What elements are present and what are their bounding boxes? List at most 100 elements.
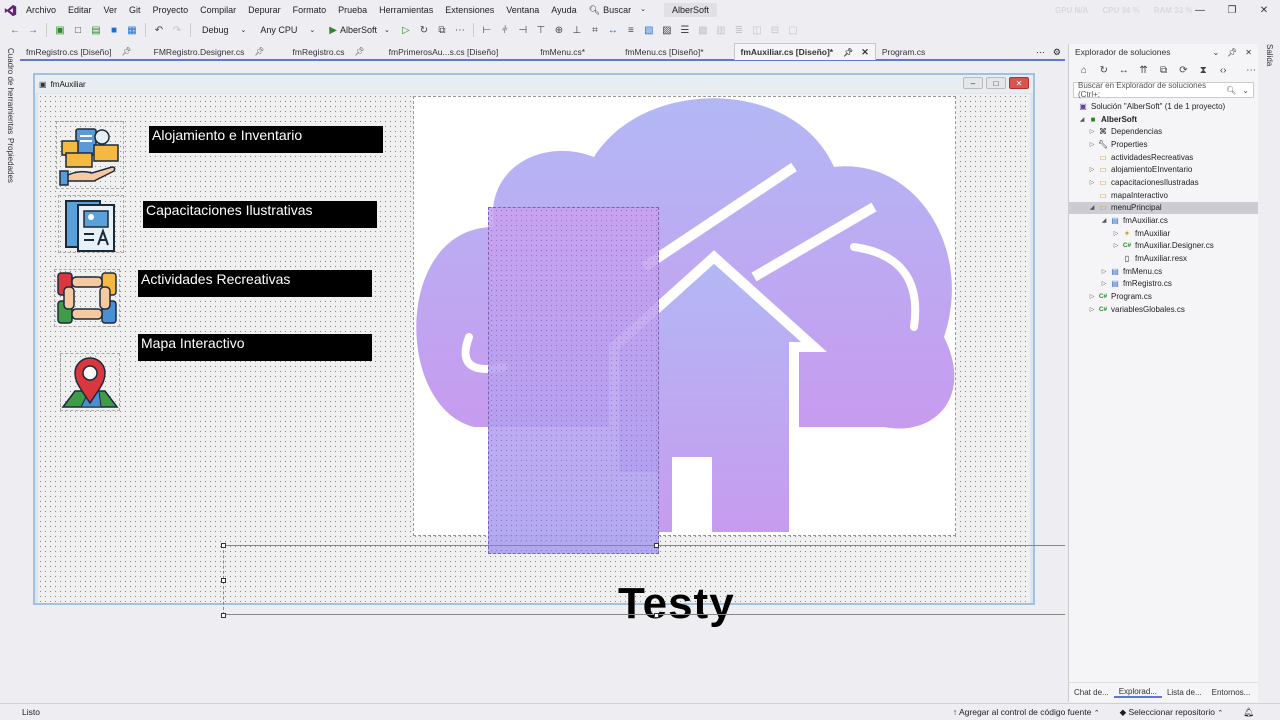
tree-item-menuprincipal[interactable]: ◢ ▭ menuPrincipal [1069, 201, 1258, 215]
tab-fmregistro-design[interactable]: fmRegistro.cs [Diseño] 📌︎ [20, 43, 138, 60]
tree-item-alojamiento[interactable]: ▷ ▭ alojamientoEInventario [1069, 163, 1258, 176]
configuration-select[interactable]: Debug ⌄ [197, 23, 251, 38]
collapsed-icon[interactable]: ▷ [1087, 293, 1097, 300]
menu-herramientas[interactable]: Herramientas [373, 0, 439, 20]
resize-handle[interactable] [654, 613, 659, 618]
menu-git[interactable]: Git [123, 0, 147, 20]
form-minimize-button[interactable]: – [963, 77, 983, 89]
tab-lista[interactable]: Lista de... [1162, 688, 1207, 697]
horizontal-spacing-icon[interactable]: ▥ [714, 23, 728, 37]
bring-to-front-icon[interactable]: ▢ [786, 23, 800, 37]
align-left-icon[interactable]: ⊢ [480, 23, 494, 37]
tree-item-fmauxiliar-class[interactable]: ▷ ✦ fmAuxiliar [1069, 227, 1258, 240]
filter-icon[interactable]: ⧗ [1196, 63, 1210, 77]
platform-select[interactable]: Any CPU ⌄ [255, 23, 320, 38]
collapse-icon[interactable]: ↔ [1117, 63, 1131, 77]
resize-handle[interactable] [221, 613, 226, 618]
tree-item-fmregistro[interactable]: ▷ ▤ fmRegistro.cs [1069, 278, 1258, 291]
minimize-button[interactable]: — [1184, 0, 1216, 20]
redo-icon[interactable]: ↷ [170, 23, 184, 37]
close-button[interactable]: ✕ [1248, 0, 1280, 20]
tree-item-mapa[interactable]: ▭ mapaInteractivo [1069, 189, 1258, 202]
menu-proyecto[interactable]: Proyecto [147, 0, 195, 20]
restore-button[interactable]: ❐ [1216, 0, 1248, 20]
spacing-icon[interactable]: ≡ [624, 23, 638, 37]
collapsed-icon[interactable]: ▷ [1111, 230, 1121, 237]
browser-link-icon[interactable]: ⧉ [435, 23, 449, 37]
tree-item-properties[interactable]: ▷ 🔧︎ Properties [1069, 138, 1258, 151]
tree-item-program[interactable]: ▷ C# Program.cs [1069, 290, 1258, 303]
overflow-icon[interactable]: ⋯ [453, 23, 467, 37]
tree-item-project[interactable]: ◢ ■ AlberSoft [1069, 113, 1258, 126]
forward-icon[interactable]: → [26, 23, 40, 37]
label-mapa[interactable]: Mapa Interactivo [138, 334, 372, 361]
search-menu[interactable]: 🔍︎ Buscar ⌄ [583, 0, 652, 20]
label-actividades[interactable]: Actividades Recreativas [138, 270, 372, 297]
tab-order-icon[interactable]: ☰ [678, 23, 692, 37]
menu-compilar[interactable]: Compilar [194, 0, 242, 20]
form-window[interactable]: ▣ fmAuxiliar – □ ✕ Alojamiento e Inventa… [33, 73, 1035, 628]
tree-item-actividades[interactable]: ▭ actividadesRecreativas [1069, 151, 1258, 164]
activities-image[interactable] [54, 269, 120, 327]
home-icon[interactable]: ⌂ [1077, 63, 1091, 77]
resize-handle[interactable] [654, 543, 659, 548]
collapsed-icon[interactable]: ▷ [1087, 141, 1097, 148]
toolbox-tab[interactable]: Cuadro de herramientas [6, 48, 15, 134]
training-image[interactable] [58, 195, 124, 253]
grid-icon[interactable]: ⌗ [588, 23, 602, 37]
pin-icon[interactable]: 📌︎ [254, 47, 264, 56]
lock-controls-icon[interactable]: ▩ [696, 23, 710, 37]
same-size-icon[interactable]: ↔ [606, 23, 620, 37]
resize-handle[interactable] [221, 578, 226, 583]
tree-item-fmauxiliar-designer[interactable]: ▷ C# fmAuxiliar.Designer.cs [1069, 240, 1258, 253]
menu-formato[interactable]: Formato [287, 0, 333, 20]
align-right-icon[interactable]: ⊣ [516, 23, 530, 37]
save-all-icon[interactable]: ▦ [125, 23, 139, 37]
notifications-icon[interactable]: 🔔︎ [1243, 707, 1254, 718]
form-client-area[interactable]: Alojamiento e Inventario Capacitaciones … [38, 94, 1030, 628]
tab-fmregistro-code[interactable]: fmRegistro.cs 📌︎ [287, 43, 371, 60]
properties-tab[interactable]: Propiedades [6, 138, 15, 183]
hot-reload-icon[interactable]: ↻ [417, 23, 431, 37]
tree-item-variablesglobales[interactable]: ▷ C# variablesGlobales.cs [1069, 303, 1258, 316]
code-view-icon[interactable]: ‹› [1216, 63, 1230, 77]
refresh-icon[interactable]: ⟳ [1176, 63, 1190, 77]
collapsed-icon[interactable]: ▷ [1111, 242, 1121, 249]
pin-icon[interactable]: 📌︎ [354, 47, 364, 56]
vertical-spacing-icon[interactable]: ≣ [732, 23, 746, 37]
collapsed-icon[interactable]: ▷ [1087, 166, 1097, 173]
sync-icon[interactable]: ↻ [1097, 63, 1111, 77]
pin-icon[interactable]: 📌︎ [122, 47, 132, 56]
menu-ayuda[interactable]: Ayuda [545, 0, 582, 20]
tree-item-dependencias[interactable]: ▷ ⌘ Dependencias [1069, 125, 1258, 138]
tree-item-solution[interactable]: ▣ Solución "AlberSoft" (1 de 1 proyecto) [1069, 100, 1258, 113]
resize-handle[interactable] [221, 543, 226, 548]
inventory-image[interactable] [56, 121, 124, 189]
tree-item-fmauxiliar-cs[interactable]: ◢ ▤ fmAuxiliar.cs [1069, 214, 1258, 227]
collapsed-icon[interactable]: ▷ [1087, 128, 1097, 135]
undo-icon[interactable]: ↶ [152, 23, 166, 37]
more-options-icon[interactable]: ⋯ [1244, 63, 1258, 77]
form-close-button[interactable]: ✕ [1009, 77, 1029, 89]
label-alojamiento[interactable]: Alojamiento e Inventario [149, 126, 383, 153]
tab-fmauxiliar-design[interactable]: fmAuxiliar.cs [Diseño]* 📌︎ ✕ [733, 43, 876, 60]
new-file-icon[interactable]: □ [71, 23, 85, 37]
menu-ver[interactable]: Ver [98, 0, 124, 20]
tab-program-code[interactable]: Program.cs [876, 43, 931, 60]
tree-item-fmmenu[interactable]: ▷ ▤ fmMenu.cs [1069, 265, 1258, 278]
pin-icon[interactable]: 📌︎ [1227, 48, 1237, 57]
expanded-icon[interactable]: ◢ [1077, 116, 1087, 123]
start-without-debug-icon[interactable]: ▷ [399, 23, 413, 37]
menu-archivo[interactable]: Archivo [20, 0, 62, 20]
overlay-panel[interactable] [488, 207, 659, 554]
align-middle-icon[interactable]: ⊕ [552, 23, 566, 37]
expanded-icon[interactable]: ◢ [1087, 204, 1097, 211]
show-all-icon[interactable]: ⇈ [1137, 63, 1151, 77]
chevron-down-icon[interactable]: ⌄ [1212, 48, 1219, 57]
new-project-icon[interactable]: ▣ [53, 23, 67, 37]
menu-ventana[interactable]: Ventana [500, 0, 545, 20]
tab-explorador[interactable]: Explorad... [1113, 687, 1162, 698]
menu-depurar[interactable]: Depurar [242, 0, 287, 20]
chevron-down-icon[interactable]: ⌄ [1242, 86, 1249, 95]
visual-studio-logo-icon[interactable] [0, 0, 20, 20]
